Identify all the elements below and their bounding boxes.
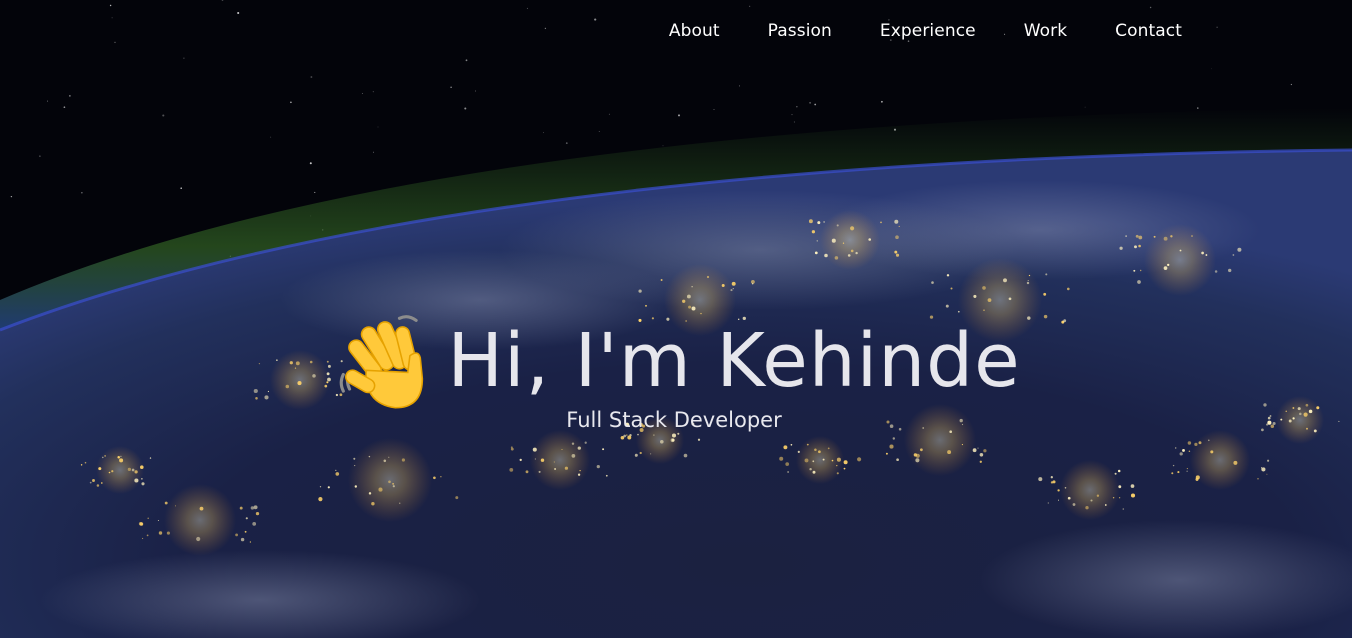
nav-experience[interactable]: Experience: [880, 18, 976, 44]
nav-about[interactable]: About: [669, 18, 720, 44]
nav-passion[interactable]: Passion: [768, 18, 832, 44]
hero-subtitle: Full Stack Developer: [566, 408, 782, 432]
waving-hand-icon: [340, 315, 424, 409]
hero-headline: Hi, I'm Kehinde: [0, 306, 1352, 416]
hero-title: Hi, I'm Kehinde: [447, 318, 1021, 404]
main-nav: About Passion Experience Work Contact: [669, 18, 1182, 44]
nav-work[interactable]: Work: [1024, 18, 1067, 44]
hero-section: About Passion Experience Work Contact Hi…: [0, 0, 1352, 638]
nav-contact[interactable]: Contact: [1115, 18, 1182, 44]
